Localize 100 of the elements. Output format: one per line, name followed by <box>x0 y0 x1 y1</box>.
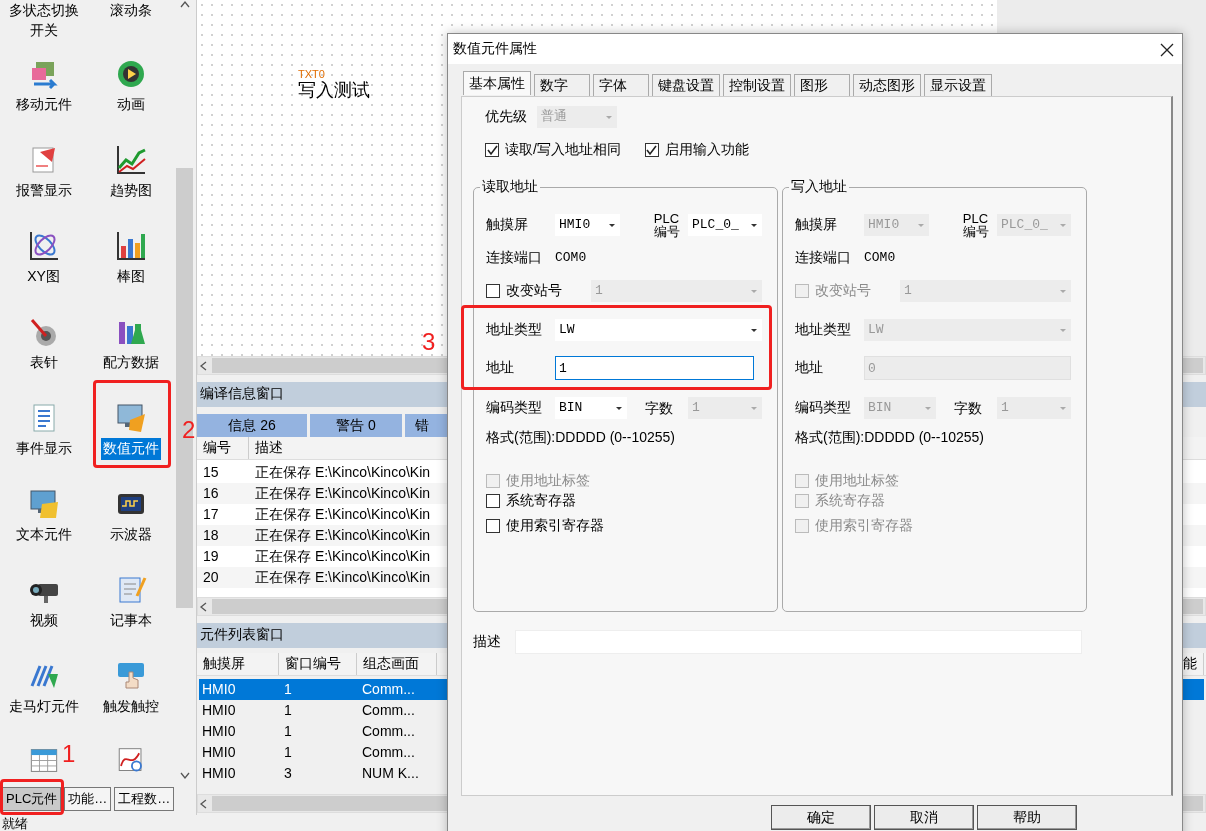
address-field[interactable]: 1 <box>555 356 754 380</box>
dialog-button[interactable]: 取消 <box>874 805 974 830</box>
group-title: 读取地址 <box>480 178 540 196</box>
dialog-button[interactable]: 帮助 <box>977 805 1077 830</box>
palette-item[interactable]: 动画 <box>87 45 174 131</box>
palette-tab[interactable]: 功能… <box>64 787 112 811</box>
monitor-icon <box>114 402 147 434</box>
check-icon <box>486 144 498 156</box>
message-tab[interactable]: 信息 26 <box>197 414 307 438</box>
dropdown[interactable]: PLC_0_ <box>688 214 762 236</box>
field-label: 描述 <box>473 633 501 651</box>
monitor-icon <box>27 488 60 520</box>
field-label: 地址类型 <box>486 321 543 339</box>
tab[interactable]: 显示设置 <box>924 74 992 96</box>
palette-tab[interactable]: 工程数… <box>114 787 175 811</box>
field-label: 连接端口 <box>486 249 543 267</box>
palette-item[interactable]: 滚动条 <box>87 0 174 45</box>
scroll-down-icon <box>179 772 190 780</box>
table-cell-text: 19 <box>202 547 220 566</box>
tab[interactable]: 字体 <box>593 74 649 96</box>
dropdown-caret-icon <box>750 288 758 294</box>
column-header[interactable]: 组态画面 <box>357 653 437 676</box>
palette-item[interactable]: 移动元件 <box>0 45 87 131</box>
column-header[interactable]: 编号 <box>197 437 249 460</box>
checkbox[interactable]: 使用索引寄存器 <box>486 517 604 535</box>
annotation-box <box>0 779 64 815</box>
palette-item[interactable]: 棒图 <box>87 217 174 303</box>
field-label: 触摸屏 <box>795 216 838 234</box>
dialog-button[interactable]: 确定 <box>771 805 871 830</box>
text-element[interactable]: 写入测试 <box>298 80 370 102</box>
dropdown-caret-icon <box>1059 222 1067 228</box>
palette-item[interactable]: 视频 <box>0 561 87 647</box>
palette-item[interactable]: 走马灯元件 <box>0 647 87 733</box>
tab[interactable]: 控制设置 <box>723 74 791 96</box>
scrollbar[interactable] <box>175 0 194 781</box>
field-label: 地址 <box>795 359 824 377</box>
palette-item[interactable]: XY图 <box>0 217 87 303</box>
palette-tab[interactable]: PLC元件 <box>2 787 62 811</box>
dropdown-caret-icon <box>924 405 932 411</box>
dropdown-caret-icon <box>750 327 758 333</box>
dropdown-caret-icon <box>615 405 623 411</box>
field-label: 地址类型 <box>795 321 852 339</box>
orbit-chart-icon <box>27 230 60 262</box>
palette-item[interactable]: 趋势图 <box>87 131 174 217</box>
column-header[interactable]: 窗口编号 <box>279 653 357 676</box>
palette-item[interactable]: 示波器 <box>87 475 174 561</box>
port-value: COM0 <box>555 249 587 267</box>
dropdown-caret-icon <box>608 222 616 228</box>
close-icon <box>1160 42 1174 57</box>
bar-chart-icon <box>114 230 147 262</box>
palette-item[interactable]: 表针 <box>0 303 87 389</box>
annotation-number: 2 <box>182 418 196 442</box>
column-header[interactable]: 触摸屏 <box>197 653 279 676</box>
check-icon <box>646 144 658 156</box>
field-label: 地址 <box>486 359 515 377</box>
table-cell-text: 正在保存 E:\Kinco\Kinco\Kin <box>254 568 432 587</box>
field-label: 连接端口 <box>795 249 852 267</box>
dropdown-caret-icon <box>917 222 925 228</box>
table-cell-text: 17 <box>202 505 220 524</box>
annotation-number: 3 <box>422 330 436 354</box>
dropdown-caret-icon <box>750 222 758 228</box>
field-label: 触摸屏 <box>486 216 529 234</box>
palette-item[interactable]: 事件显示 <box>0 389 87 475</box>
palette-item[interactable]: 文本元件 <box>0 475 87 561</box>
table-cell-text: 20 <box>202 568 220 587</box>
checkbox[interactable]: 系统寄存器 <box>486 492 576 510</box>
checkbox[interactable]: 改变站号 <box>486 282 591 300</box>
palette-item[interactable]: 多状态切换开关 <box>0 0 87 45</box>
dropdown-caret-icon <box>1059 288 1067 294</box>
tab[interactable]: 图形 <box>794 74 850 96</box>
scroll-up-icon <box>179 0 190 8</box>
checkbox[interactable]: 启用输入功能 <box>644 141 749 159</box>
palette-item[interactable]: 记事本 <box>87 561 174 647</box>
dropdown[interactable]: HMI0 <box>555 214 620 236</box>
port-value: COM0 <box>864 249 896 267</box>
dropdown[interactable]: BIN <box>555 397 627 419</box>
dropdown-caret-icon <box>1059 327 1067 333</box>
dropdown-caret-icon <box>1059 405 1067 411</box>
field-label: 优先级 <box>485 108 527 126</box>
palette-item[interactable]: 配方数据 <box>87 303 174 389</box>
dropdown[interactable]: LW <box>555 319 762 341</box>
format-text: 格式(范围):DDDDD (0--10255) <box>486 429 676 447</box>
annotation-number: 1 <box>62 742 76 766</box>
checkbox[interactable]: 读取/写入地址相同 <box>485 141 621 159</box>
palette-item[interactable]: 数值元件 <box>87 389 174 475</box>
status-text: 就绪 <box>1 816 28 831</box>
table-cell-text: 15 <box>202 463 220 482</box>
table-cell-text: 18 <box>202 526 220 545</box>
dropdown-caret-icon <box>750 405 758 411</box>
scrollbar-thumb[interactable] <box>176 168 193 608</box>
tab[interactable]: 键盘设置 <box>652 74 720 96</box>
message-tab[interactable]: 警告 0 <box>310 414 402 438</box>
tab[interactable]: 动态图形 <box>853 74 921 96</box>
palette-item[interactable]: 触发触控 <box>87 647 174 733</box>
format-text: 格式(范围):DDDDD (0--10255) <box>795 429 985 447</box>
dropdown-caret-icon <box>605 114 613 120</box>
tab[interactable]: 数字 <box>534 74 590 96</box>
field-label: PLC 编号 <box>961 212 990 238</box>
palette-item[interactable]: 报警显示 <box>0 131 87 217</box>
table-cell-text: 正在保存 E:\Kinco\Kinco\Kin <box>254 505 432 524</box>
